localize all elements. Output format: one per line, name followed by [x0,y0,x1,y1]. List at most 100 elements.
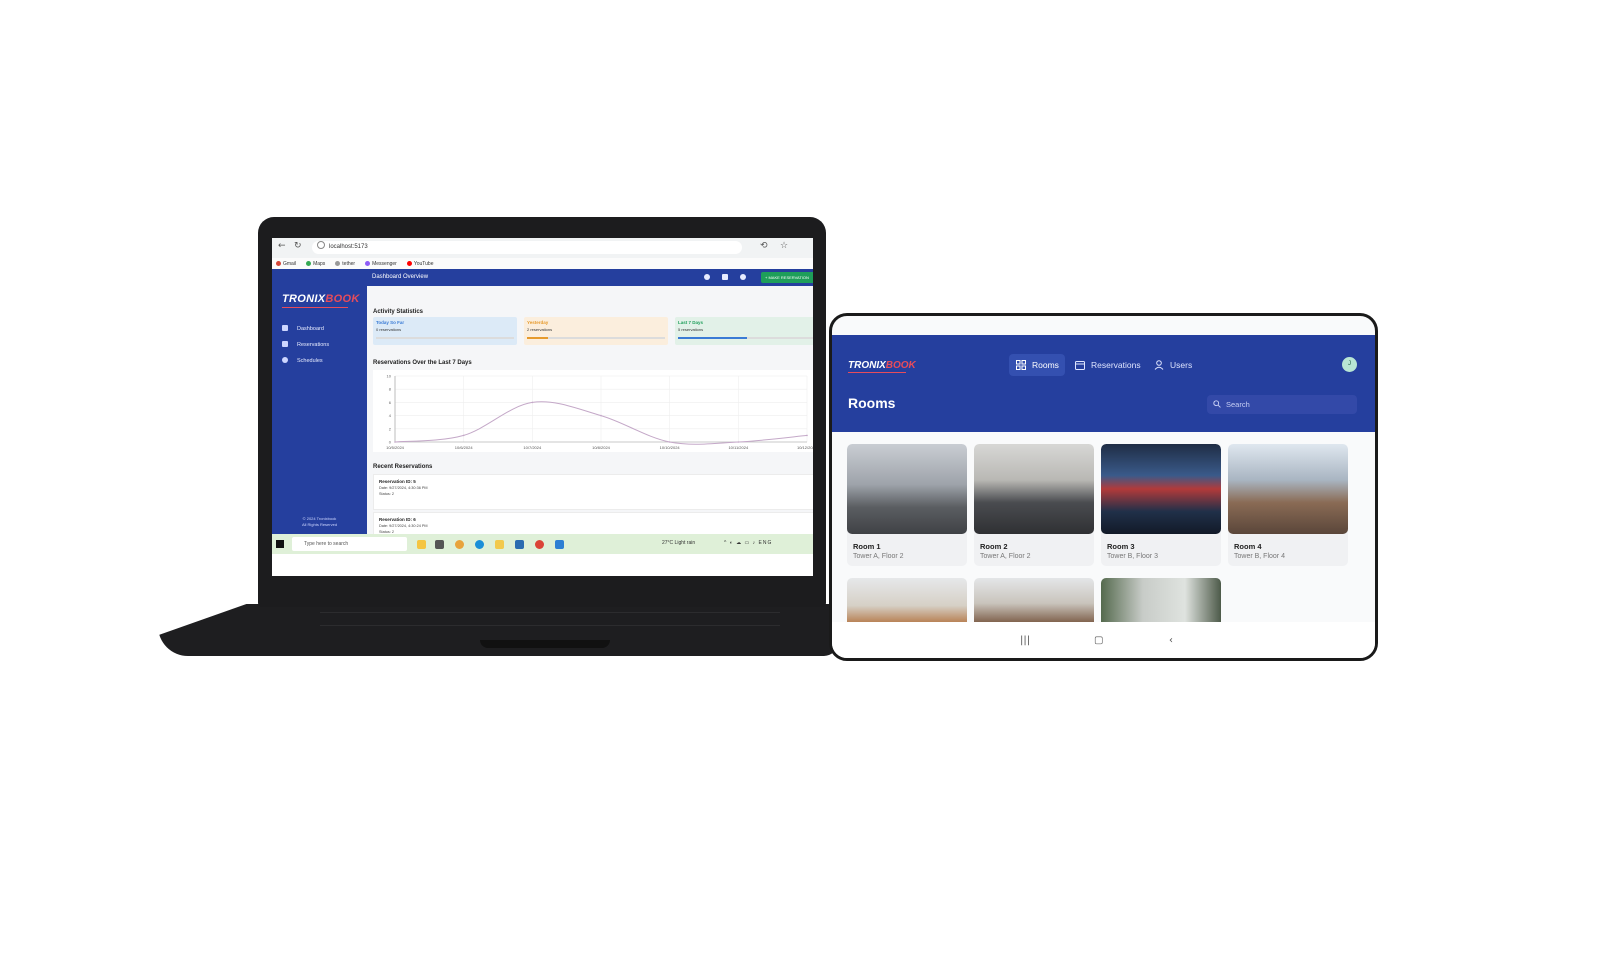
data-point [394,441,396,443]
room-location: Tower B, Floor 4 [1234,553,1285,560]
vscode-icon[interactable] [555,540,564,549]
line-chart-svg: 10 8 6 4 2 010/5/2024 10/6/2024 10/7/2024 10/8/2… [386,374,813,451]
bookmark-youtube[interactable]: YouTube [406,260,433,267]
home-icon[interactable]: ▢ [1094,635,1103,646]
x-tick-label: 10/12/2024 [797,445,813,450]
room-name: Room 4 [1234,542,1262,551]
data-point [600,414,602,417]
account-icon[interactable] [740,274,746,280]
page-icon [335,260,341,266]
reservation-id: Reservation ID: 5 [379,479,416,484]
room-card[interactable] [1101,578,1221,624]
stat-label: Last 7 Days [678,320,704,325]
clock-icon [282,357,288,363]
gmail-icon [276,260,281,266]
bookmark-messenger[interactable]: Messenger [365,260,397,267]
url-text: localhost:5173 [329,244,368,250]
x-tick-label: 10/6/2024 [455,445,474,450]
reservation-date: Date: 9/27/2024, 4:30:36 PM [379,486,428,490]
nav-tab-rooms[interactable]: Rooms [1009,354,1065,376]
stat-card-last7: Last 7 Days 5 reservations [675,317,813,345]
sidebar-footer: © 2024 Tronixbook All Rights Reserved [272,516,367,528]
reservations-chart: 10 8 6 4 2 0 10/5/2024 10/6/2024 10/7/2024 10/8/2… [373,370,813,452]
extension-icon[interactable]: ⟲ [760,241,768,251]
folder-icon[interactable] [495,540,504,549]
data-point [806,434,808,437]
stat-value: 5 reservations [678,327,704,332]
room-card[interactable] [974,578,1094,624]
bookmark-maps[interactable]: Maps [306,260,325,267]
nav-tab-users[interactable]: Users [1147,354,1198,376]
chrome-icon[interactable] [535,540,544,549]
room-photo [1101,444,1221,534]
room-card[interactable]: Room 3 Tower B, Floor 3 [1101,444,1221,566]
app-logo[interactable]: TRONIXBOOK [282,293,360,305]
room-card[interactable] [847,578,967,624]
activity-title: Activity Statistics [373,309,424,315]
bookmark-star-icon[interactable]: ☆ [780,241,788,251]
reservation-card[interactable]: Reservation ID: 6 Date: 9/27/2024, 4:30:… [373,512,813,534]
reload-icon[interactable]: ↻ [294,241,302,251]
reservation-status: Status: 2 [379,492,394,496]
room-location: Tower B, Floor 3 [1107,553,1158,560]
dashboard-main: Activity Statistics Today So Far 0 reser… [367,286,813,534]
y-tick-label: 0 [389,440,392,445]
laptop-notch [480,640,610,648]
laptop-screen: ← ↻ localhost:5173 ⟲ ☆ Gmail Maps tether… [272,238,813,576]
task-view-icon[interactable] [435,540,444,549]
data-point [531,401,534,404]
copilot-icon[interactable] [417,540,426,549]
os-taskbar: Type here to search 27°C Light rain ^ ◐ … [272,534,813,554]
stat-progress [527,337,665,339]
back-icon[interactable]: ← [278,241,286,251]
nav-tab-reservations[interactable]: Reservations [1068,354,1147,376]
bookmark-tether[interactable]: tether [335,260,355,267]
site-info-icon[interactable] [317,241,325,249]
search-icon [1213,400,1221,408]
room-card[interactable]: Room 4 Tower B, Floor 4 [1228,444,1348,566]
mail-app-icon[interactable] [515,540,524,549]
y-tick-label: 4 [389,413,392,418]
chart-title: Reservations Over the Last 7 Days [373,360,472,366]
reservation-card[interactable]: Reservation ID: 5 Date: 9/27/2024, 4:30:… [373,474,813,510]
stat-value: 2 reservations [527,327,553,332]
search-input[interactable]: Search [1207,395,1357,414]
room-photo [1228,444,1348,534]
room-name: Room 1 [853,542,881,551]
bookmark-gmail[interactable]: Gmail [276,260,296,267]
address-bar[interactable]: localhost:5173 [312,241,742,254]
grid-icon [1016,360,1026,370]
stat-label: Today So Far [376,320,405,325]
y-tick-label: 8 [389,387,392,392]
x-tick-label: 10/10/2024 [660,445,681,450]
stat-card-yesterday: Yesterday 2 reservations [524,317,668,345]
user-avatar[interactable]: J [1342,357,1357,372]
logo-underline [848,372,906,373]
maps-icon [306,260,312,266]
android-nav-bar: ||| ▢ ‹ [832,622,1375,658]
taskbar-search[interactable]: Type here to search [292,537,407,551]
weather-widget[interactable]: 27°C Light rain [662,540,695,546]
laptop-keyboard [320,612,780,626]
room-card[interactable]: Room 1 Tower A, Floor 2 [847,444,967,566]
firefox-icon[interactable] [455,540,464,549]
system-tray[interactable]: ^ ◐ ☁ ▭ ♪ ENG [724,540,772,546]
make-reservation-button[interactable]: + MAKE RESERVATION [761,272,813,283]
windows-start-icon[interactable] [276,540,284,548]
room-card[interactable]: Room 2 Tower A, Floor 2 [974,444,1094,566]
sidebar-item-dashboard[interactable]: Dashboard [282,325,324,332]
mail-icon[interactable] [722,274,728,280]
app-sidebar: TRONIXBOOK Dashboard Reservations Schedu… [272,269,367,534]
y-tick-label: 2 [389,426,392,431]
sidebar-item-reservations[interactable]: Reservations [282,341,329,348]
tablet-header: TRONIXBOOK Rooms Reservations Users J Ro… [832,335,1375,432]
data-point [737,441,740,443]
edge-icon[interactable] [475,540,484,549]
back-icon[interactable]: ‹ [1169,635,1173,646]
app-logo[interactable]: TRONIXBOOK [848,360,916,371]
sidebar-item-schedules[interactable]: Schedules [282,357,323,364]
room-name: Room 3 [1107,542,1135,551]
recent-apps-icon[interactable]: ||| [1020,635,1030,646]
room-photo [974,444,1094,534]
bell-icon[interactable] [704,274,710,280]
